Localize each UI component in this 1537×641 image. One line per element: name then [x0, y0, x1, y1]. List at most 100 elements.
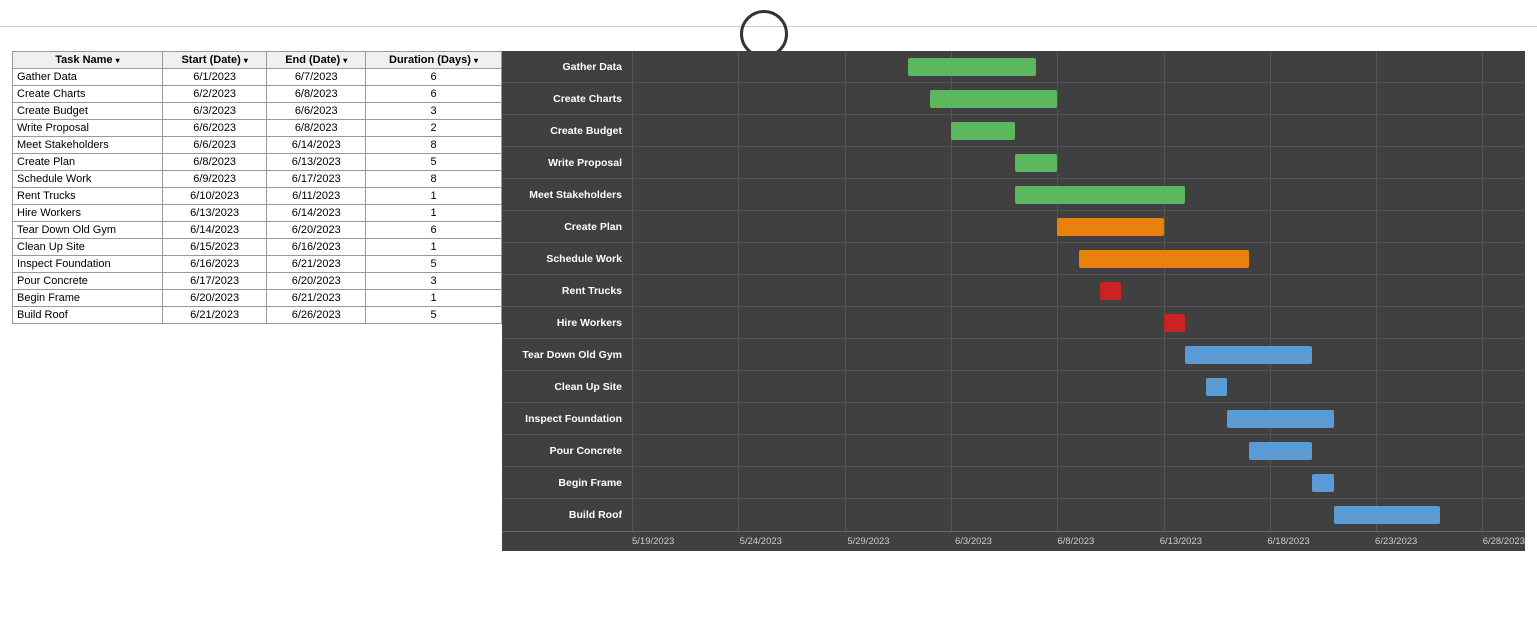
table-cell-duration: 1: [366, 239, 502, 256]
gantt-task-label: Build Roof: [502, 509, 632, 521]
table-cell-duration: 5: [366, 256, 502, 273]
grid-line: [1057, 307, 1058, 338]
table-cell-start: 6/14/2023: [162, 222, 267, 239]
table-cell-end: 6/14/2023: [267, 137, 366, 154]
grid-line: [1057, 83, 1058, 114]
table-cell-start: 6/21/2023: [162, 307, 267, 324]
grid-line: [845, 307, 846, 338]
grid-line: [1270, 83, 1271, 114]
grid-line: [845, 371, 846, 402]
gantt-row: Build Roof: [502, 499, 1525, 531]
grid-line: [1376, 179, 1377, 210]
grid-line: [1057, 499, 1058, 531]
gantt-task-label: Create Charts: [502, 93, 632, 105]
gantt-task-label: Hire Workers: [502, 317, 632, 329]
gantt-bar: [1164, 314, 1185, 332]
grid-line: [1057, 467, 1058, 498]
x-axis-label: 5/19/2023: [632, 536, 674, 547]
table-cell-duration: 3: [366, 103, 502, 120]
gantt-row: Create Charts: [502, 83, 1525, 115]
grid-line: [845, 243, 846, 274]
table-cell-end: 6/21/2023: [267, 290, 366, 307]
column-header: End (Date) ▾: [267, 52, 366, 69]
table-row: Rent Trucks6/10/20236/11/20231: [13, 188, 502, 205]
gantt-row: Schedule Work: [502, 243, 1525, 275]
gantt-task-label: Rent Trucks: [502, 285, 632, 297]
filter-icon[interactable]: ▾: [474, 56, 478, 65]
grid-line: [1270, 307, 1271, 338]
grid-line: [951, 275, 952, 306]
grid-line: [1270, 243, 1271, 274]
table-row: Write Proposal6/6/20236/8/20232: [13, 120, 502, 137]
table-cell-end: 6/16/2023: [267, 239, 366, 256]
grid-line: [738, 83, 739, 114]
x-axis-label: 6/3/2023: [955, 536, 992, 547]
grid-line: [738, 307, 739, 338]
table-cell-start: 6/3/2023: [162, 103, 267, 120]
grid-line: [632, 403, 633, 434]
grid-line: [951, 467, 952, 498]
table-cell-duration: 8: [366, 137, 502, 154]
table-cell-duration: 1: [366, 290, 502, 307]
grid-line: [1482, 211, 1483, 242]
gantt-bar: [1079, 250, 1249, 268]
grid-line: [632, 211, 633, 242]
gantt-bars-area: [632, 243, 1525, 274]
gantt-row: Meet Stakeholders: [502, 179, 1525, 211]
grid-line: [1164, 403, 1165, 434]
gantt-bars-area: [632, 499, 1525, 531]
table-cell-task: Clean Up Site: [13, 239, 163, 256]
grid-line: [845, 179, 846, 210]
grid-line: [738, 51, 739, 82]
table-cell-end: 6/6/2023: [267, 103, 366, 120]
filter-icon[interactable]: ▾: [343, 56, 347, 65]
grid-line: [1482, 51, 1483, 82]
table-cell-start: 6/15/2023: [162, 239, 267, 256]
table-cell-task: Gather Data: [13, 69, 163, 86]
grid-line: [1376, 371, 1377, 402]
table-cell-end: 6/11/2023: [267, 188, 366, 205]
table-cell-duration: 5: [366, 154, 502, 171]
gantt-bar: [1100, 282, 1121, 300]
table-cell-duration: 6: [366, 222, 502, 239]
grid-line: [632, 467, 633, 498]
table-cell-task: Create Budget: [13, 103, 163, 120]
table-cell-duration: 1: [366, 188, 502, 205]
grid-line: [738, 275, 739, 306]
table-cell-end: 6/13/2023: [267, 154, 366, 171]
gantt-bar: [1206, 378, 1227, 396]
x-axis-label: 6/8/2023: [1057, 536, 1094, 547]
filter-icon[interactable]: ▾: [116, 56, 120, 65]
filter-icon[interactable]: ▾: [244, 56, 248, 65]
grid-line: [1482, 339, 1483, 370]
table-cell-duration: 5: [366, 307, 502, 324]
grid-line: [738, 147, 739, 178]
gantt-bars-area: [632, 403, 1525, 434]
grid-line: [951, 307, 952, 338]
grid-line: [1057, 339, 1058, 370]
grid-line: [1270, 371, 1271, 402]
grid-line: [632, 147, 633, 178]
gantt-task-label: Gather Data: [502, 61, 632, 73]
grid-line: [632, 371, 633, 402]
gantt-bars-area: [632, 83, 1525, 114]
gantt-bars-area: [632, 179, 1525, 210]
grid-line: [845, 339, 846, 370]
table-cell-end: 6/7/2023: [267, 69, 366, 86]
gantt-row: Begin Frame: [502, 467, 1525, 499]
table-cell-start: 6/2/2023: [162, 86, 267, 103]
column-header: Duration (Days) ▾: [366, 52, 502, 69]
grid-line: [845, 83, 846, 114]
grid-line: [845, 51, 846, 82]
gantt-rows: Gather DataCreate ChartsCreate BudgetWri…: [502, 51, 1525, 531]
main-content: Task Name ▾Start (Date) ▾End (Date) ▾Dur…: [0, 43, 1537, 559]
table-cell-end: 6/26/2023: [267, 307, 366, 324]
gantt-bars-area: [632, 371, 1525, 402]
table-row: Inspect Foundation6/16/20236/21/20235: [13, 256, 502, 273]
grid-line: [1376, 435, 1377, 466]
grid-line: [1376, 147, 1377, 178]
gantt-bars-area: [632, 467, 1525, 498]
gantt-bars-area: [632, 435, 1525, 466]
gantt-bar: [1249, 442, 1313, 460]
gantt-bar: [1227, 410, 1333, 428]
